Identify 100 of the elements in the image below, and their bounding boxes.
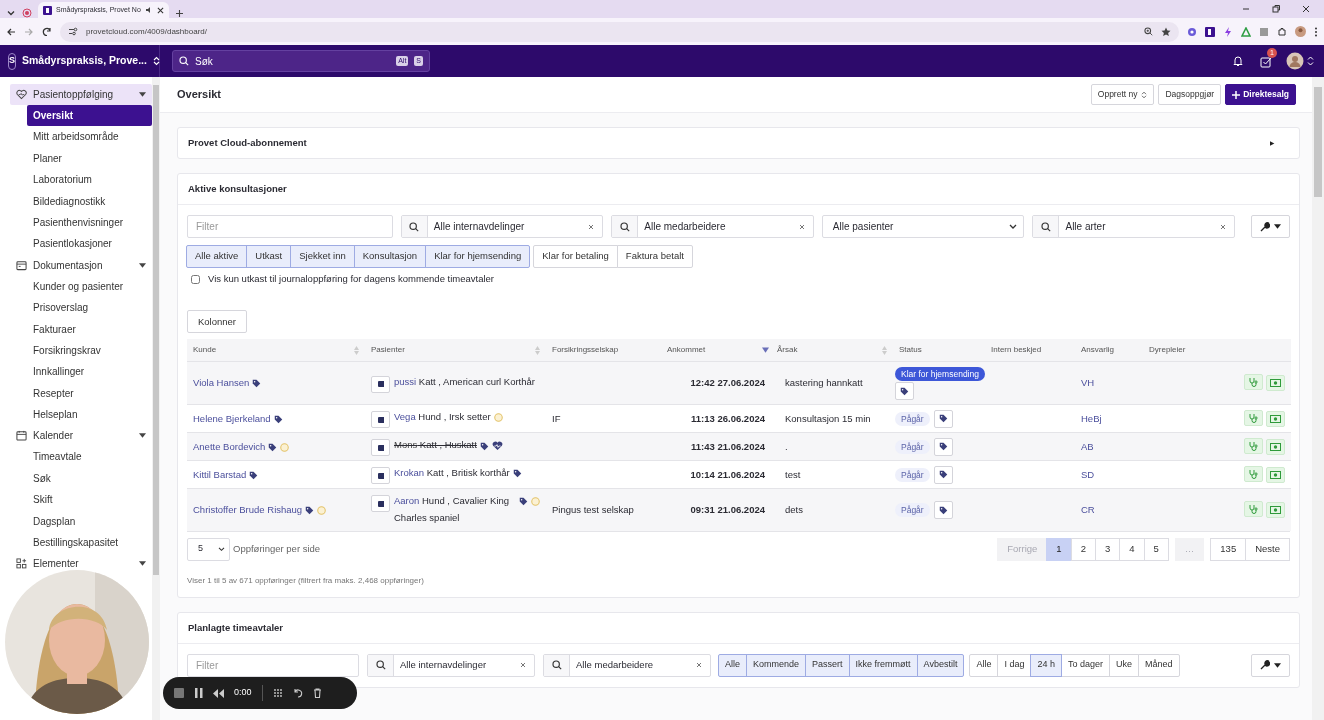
triangle-icon[interactable]: [1241, 26, 1251, 37]
payment-button[interactable]: [1266, 501, 1285, 518]
sidebar-group[interactable]: Dokumentasjon: [10, 254, 152, 276]
patient-link[interactable]: Aaron: [394, 495, 420, 507]
zoom-icon[interactable]: [1144, 27, 1153, 36]
column-header[interactable]: Intern beskjed: [985, 339, 1075, 362]
record-button[interactable]: [371, 495, 390, 513]
payment-button[interactable]: [1266, 374, 1285, 391]
search-select[interactable]: Alle arter: [1032, 215, 1235, 238]
clear-icon[interactable]: [520, 662, 526, 669]
sidebar-item[interactable]: Fakturaer: [10, 318, 152, 340]
column-header[interactable]: Dyrepleier: [1143, 339, 1235, 362]
primary-button[interactable]: Direktesalg: [1225, 84, 1296, 105]
reload-icon[interactable]: [42, 26, 52, 37]
column-header[interactable]: Pasienter: [365, 339, 546, 362]
column-header[interactable]: Kunde: [187, 339, 365, 362]
filter-toggle[interactable]: Utkast: [246, 245, 292, 268]
record-icon[interactable]: [22, 8, 32, 18]
patient-link[interactable]: Mons: [394, 439, 418, 451]
sidebar-group[interactable]: Pasientoppfølging: [10, 84, 152, 105]
filter-field[interactable]: Filter: [187, 215, 393, 238]
column-header[interactable]: Status: [893, 339, 985, 362]
user-avatar-icon[interactable]: [1286, 52, 1314, 70]
column-header[interactable]: Årsak: [771, 339, 893, 362]
sidebar-item[interactable]: Helseplan: [10, 404, 152, 426]
tag-button[interactable]: [933, 409, 953, 428]
tools-dropdown-button[interactable]: [1251, 215, 1290, 238]
customer-link[interactable]: Helene Bjerkeland: [193, 412, 271, 424]
sidebar-item[interactable]: Forsikringskrav: [10, 339, 152, 362]
filter-field[interactable]: Filter: [187, 653, 359, 677]
columns-button[interactable]: Kolonner: [187, 310, 248, 334]
pagination-button[interactable]: 1: [1046, 537, 1072, 561]
org-name[interactable]: Smådyrspraksis, Prove...: [22, 53, 147, 69]
staff-link[interactable]: CR: [1081, 503, 1095, 515]
sidebar-item[interactable]: Innkallinger: [10, 361, 152, 383]
patient-link[interactable]: pussi: [394, 375, 417, 387]
site-settings-icon[interactable]: [68, 27, 78, 36]
trash-icon[interactable]: [312, 688, 322, 698]
filter-toggle[interactable]: Avbestilt: [916, 653, 965, 677]
sidebar-item[interactable]: Skift: [10, 489, 152, 511]
tag-button[interactable]: [933, 501, 953, 519]
bolt-icon[interactable]: [1223, 26, 1233, 37]
payment-button[interactable]: [1266, 438, 1285, 455]
puzzle-icon[interactable]: [1277, 26, 1287, 37]
collapsible-panel[interactable]: Provet Cloud-abonnement: [177, 127, 1300, 159]
restore-icon[interactable]: [1271, 4, 1281, 14]
back-icon[interactable]: [6, 26, 16, 37]
pagination-button[interactable]: 135: [1210, 537, 1247, 561]
staff-link[interactable]: VH: [1081, 376, 1095, 388]
speaker-icon[interactable]: [144, 6, 153, 14]
sort-arrow-icon[interactable]: [762, 347, 769, 353]
record-button[interactable]: [371, 375, 390, 393]
scrollbar-thumb[interactable]: [153, 85, 159, 575]
clear-icon[interactable]: [1220, 223, 1226, 230]
record-button[interactable]: [371, 439, 390, 457]
filter-toggle[interactable]: To dager: [1061, 653, 1111, 677]
filter-toggle[interactable]: Måned: [1138, 653, 1180, 677]
filter-toggle[interactable]: I dag: [997, 653, 1032, 677]
payment-button[interactable]: [1266, 466, 1285, 483]
patient-link[interactable]: Vega: [394, 411, 416, 423]
tag-button[interactable]: [933, 437, 953, 456]
sidebar-group[interactable]: Elementer: [10, 553, 152, 575]
new-tab-icon[interactable]: [174, 9, 184, 18]
record-button[interactable]: [371, 411, 390, 429]
customer-link[interactable]: Kittil Barstad: [193, 468, 247, 480]
sidebar-item[interactable]: Oversikt: [27, 105, 152, 127]
more-menu-icon[interactable]: [1314, 26, 1318, 37]
record-button[interactable]: [371, 467, 390, 485]
customer-link[interactable]: Anette Bordevich: [193, 440, 266, 452]
task-checkbox-icon[interactable]: [1260, 55, 1272, 68]
filter-toggle[interactable]: Passert: [805, 653, 850, 677]
customer-link[interactable]: Christoffer Brude Rishaug: [193, 503, 303, 515]
filter-toggle[interactable]: Ikke fremmøtt: [848, 653, 918, 677]
profile-avatar-icon[interactable]: [1295, 26, 1306, 37]
scrollbar-thumb[interactable]: [1314, 87, 1322, 197]
filter-toggle[interactable]: Alle aktive: [186, 245, 248, 268]
sidebar-item[interactable]: Mitt arbeidsområde: [10, 126, 152, 148]
column-header[interactable]: Forsikringsselskap: [546, 339, 661, 362]
dropdown-icon[interactable]: [6, 8, 16, 18]
gear-icon[interactable]: [1187, 26, 1197, 37]
sidebar-item[interactable]: Bildediagnostikk: [10, 190, 152, 212]
column-header[interactable]: Ankommet: [661, 339, 771, 362]
checkbox[interactable]: [191, 274, 200, 284]
filter-toggle[interactable]: Klar for betaling: [533, 245, 618, 268]
sidebar-item[interactable]: Pasientlokasjoner: [10, 233, 152, 255]
column-header[interactable]: Ansvarlig: [1075, 339, 1143, 362]
sidebar-item[interactable]: Kunder og pasienter: [10, 275, 152, 298]
sidebar-item[interactable]: Pasienthenvisninger: [10, 211, 152, 234]
grid-dots-icon[interactable]: [272, 688, 283, 698]
close-icon[interactable]: [1301, 4, 1311, 14]
search-select[interactable]: Alle internavdelinger: [400, 215, 604, 238]
pagination-button[interactable]: 5: [1143, 537, 1169, 561]
clear-icon[interactable]: [696, 662, 702, 669]
filter-toggle[interactable]: Kommende: [746, 653, 807, 677]
sidebar-item[interactable]: Bestillingskapasitet: [10, 532, 152, 554]
pagination-button[interactable]: 3: [1094, 537, 1121, 561]
consultation-button[interactable]: [1244, 465, 1263, 482]
filter-toggle[interactable]: Sjekket inn: [290, 245, 355, 268]
pagination-button[interactable]: 2: [1070, 537, 1096, 561]
stop-icon[interactable]: [173, 687, 185, 699]
